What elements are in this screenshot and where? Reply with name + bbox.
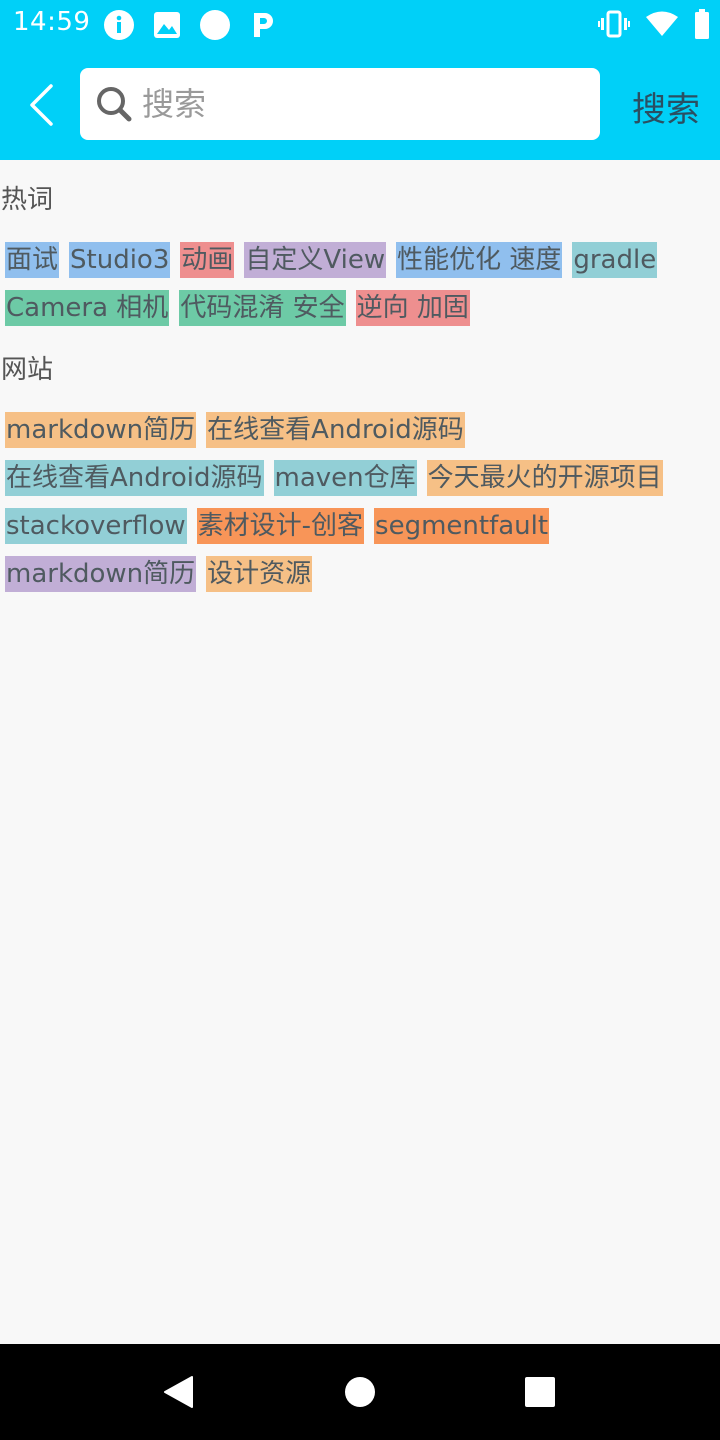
home-circle-icon[interactable]	[342, 1374, 378, 1410]
vibrate-icon	[598, 10, 630, 42]
website-tag[interactable]: segmentfault	[374, 508, 550, 544]
hot-word-tag[interactable]: Studio3	[69, 242, 171, 278]
website-tag[interactable]: 设计资源	[206, 556, 313, 592]
website-tag[interactable]: stackoverflow	[5, 508, 187, 544]
website-tag[interactable]: 在线查看Android源码	[206, 412, 465, 448]
section-title-websites: 网站	[1, 355, 54, 385]
hot-word-tag[interactable]: 代码混淆 安全	[179, 290, 346, 326]
chevron-left-icon	[30, 84, 53, 126]
search-button[interactable]: 搜索	[632, 82, 700, 131]
hot-word-tag[interactable]: 面试	[5, 242, 60, 278]
search-input[interactable]	[140, 84, 584, 124]
hot-word-tag[interactable]: 性能优化 速度	[396, 242, 563, 278]
wifi-icon	[646, 11, 678, 41]
website-tag[interactable]: maven仓库	[273, 460, 417, 496]
image-icon	[150, 8, 184, 42]
section-title-hot-words: 热词	[1, 185, 54, 215]
p-icon	[246, 8, 280, 42]
hot-word-tag[interactable]: Camera 相机	[5, 290, 170, 326]
status-icons-right	[598, 9, 710, 43]
website-tag[interactable]: 在线查看Android源码	[5, 460, 264, 496]
battery-icon	[694, 9, 710, 43]
status-icons-left	[102, 8, 280, 42]
status-bar: 14:59	[0, 0, 720, 50]
website-tag[interactable]: markdown简历	[5, 412, 197, 448]
hot-word-tag[interactable]: 动画	[180, 242, 235, 278]
circle-icon	[198, 8, 232, 42]
back-button[interactable]	[18, 78, 64, 132]
search-icon	[96, 86, 132, 122]
website-tag[interactable]: 素材设计-创客	[196, 508, 365, 544]
navigation-bar	[0, 1344, 720, 1440]
hot-word-tag[interactable]: gradle	[572, 242, 658, 278]
hot-word-tag[interactable]: 逆向 加固	[355, 290, 470, 326]
recents-square-icon[interactable]	[522, 1374, 558, 1410]
website-tag[interactable]: markdown简历	[5, 556, 197, 592]
website-tag[interactable]: 今天最火的开源项目	[426, 460, 663, 496]
search-box[interactable]	[80, 68, 600, 140]
main-content: 热词 面试 Studio3 动画 自定义View 性能优化 速度 gradle Camera…	[0, 160, 720, 592]
websites-tags: markdown简历 在线查看Android源码 在线查看Android源码 mave…	[0, 412, 720, 592]
status-time: 14:59	[13, 7, 91, 37]
app-bar: 搜索	[0, 50, 720, 160]
info-icon	[102, 8, 136, 42]
back-triangle-icon[interactable]	[160, 1374, 196, 1410]
hot-words-tags: 面试 Studio3 动画 自定义View 性能优化 速度 gradle Camera 相机…	[0, 242, 720, 326]
hot-word-tag[interactable]: 自定义View	[244, 242, 387, 278]
